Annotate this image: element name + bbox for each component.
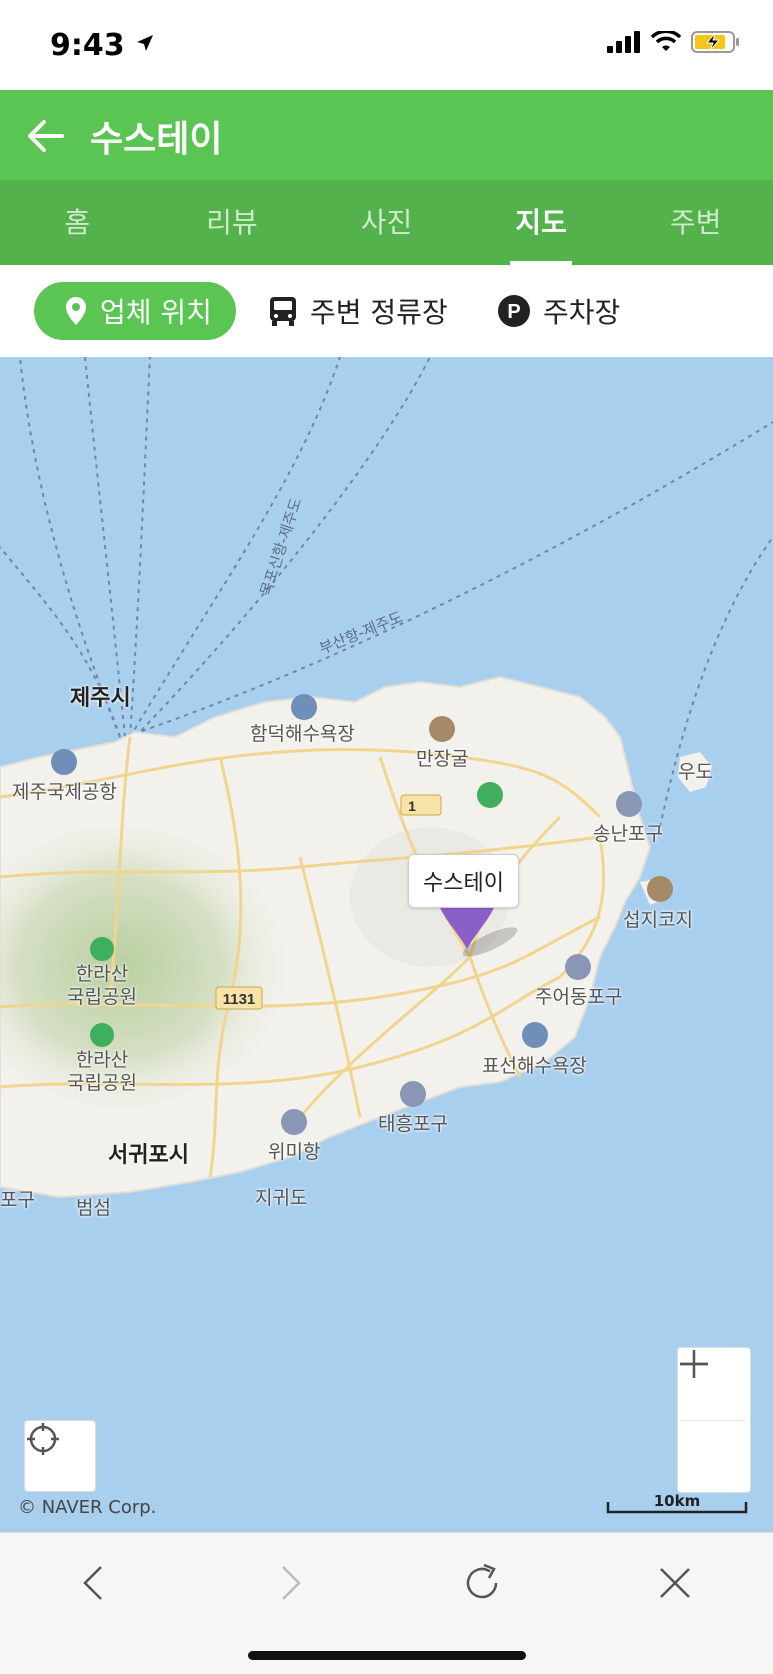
map-label-jigwido: 지귀도 (255, 1187, 308, 1209)
svg-text:P: P (507, 301, 520, 323)
filter-bus-stop-chip[interactable]: 주변 정류장 (268, 282, 448, 340)
map-label-udo: 우도 (678, 761, 713, 783)
map-label-jueodong: 주어동포구 (535, 986, 623, 1008)
page-title: 수스테이 (90, 119, 223, 160)
battery-charging-icon (691, 31, 739, 53)
wifi-icon (651, 31, 681, 51)
marker-callout[interactable]: 수스테이 (408, 854, 519, 908)
map-label-seopjikoji: 섭지코지 (623, 909, 693, 931)
map-copyright: © NAVER Corp. (18, 1497, 157, 1518)
location-arrow-icon (137, 35, 154, 51)
map-label-hallasan-1: 한라산 국립공원 (67, 963, 137, 1008)
tab-photos[interactable]: 사진 (309, 180, 464, 265)
filter-location-chip[interactable]: 업체 위치 (34, 282, 236, 340)
status-time: 9:43 (50, 28, 155, 63)
map-scale-bar: 10km (606, 1492, 748, 1514)
refresh-icon (466, 1563, 498, 1599)
map-label-taeheung: 태흥포구 (378, 1113, 448, 1135)
status-bar: 9:43 (0, 0, 773, 90)
svg-text:1131: 1131 (223, 991, 256, 1008)
browser-toolbar (0, 1532, 773, 1674)
tab-reviews[interactable]: 리뷰 (155, 180, 310, 265)
bus-icon (268, 295, 298, 327)
map-label-beomseom: 범섬 (76, 1197, 111, 1219)
map-scale-label: 10km (653, 1492, 701, 1510)
chevron-right-icon (282, 1566, 301, 1600)
tab-bar: 홈 리뷰 사진 지도 주변 (0, 180, 773, 265)
tab-map[interactable]: 지도 (464, 180, 619, 265)
minus-icon (680, 1362, 708, 1366)
close-icon (660, 1568, 690, 1598)
browser-close-button[interactable] (645, 1553, 705, 1613)
map-label-pyoseon: 표선해수욕장 (482, 1055, 587, 1077)
browser-back-button[interactable] (64, 1553, 124, 1613)
map-label-hamdeok: 함덕해수욕장 (250, 723, 355, 745)
filter-location-label: 업체 위치 (100, 296, 212, 329)
map-label-hallasan-2: 한라산 국립공원 (67, 1049, 137, 1094)
map-filter-bar: 업체 위치 주변 정류장 P 주차장 (0, 265, 773, 358)
app-header: 수스테이 (0, 90, 773, 180)
zoom-control (677, 1347, 751, 1493)
tab-nearby[interactable]: 주변 (618, 180, 773, 265)
filter-parking-label: 주차장 (543, 296, 621, 329)
map-label-jeju-city: 제주시 (70, 686, 131, 711)
svg-text:부산항-제주도: 부산항-제주도 (317, 608, 406, 658)
map-pin-icon (64, 296, 88, 326)
clock-text: 9:43 (50, 28, 125, 63)
map-label-airport: 제주국제공항 (12, 781, 117, 803)
chevron-left-icon (83, 1566, 102, 1600)
map-canvas: 1131 1 목포신항-제주도 부산항-제주도 (0, 357, 773, 1199)
map-view[interactable]: 1131 1 목포신항-제주도 부산항-제주도 제주시 제주국제공항 함덕해수욕… (0, 357, 773, 1532)
home-indicator (248, 1651, 526, 1660)
status-icons (607, 30, 741, 54)
map-label-songnan: 송난포구 (593, 823, 663, 845)
map-label-wimi: 위미항 (268, 1141, 321, 1163)
map-label-manjanggul: 만장굴 (416, 748, 469, 770)
filter-bus-stop-label: 주변 정류장 (310, 296, 448, 329)
browser-forward-button[interactable] (260, 1553, 320, 1613)
map-label-pogu: 포구 (0, 1189, 35, 1211)
current-location-button[interactable] (24, 1420, 96, 1492)
svg-text:1: 1 (408, 798, 416, 814)
map-label-seogwipo: 서귀포시 (108, 1143, 189, 1168)
road-shield-2: 1 (400, 794, 442, 816)
parking-icon: P (497, 294, 531, 328)
road-shield-1131: 1131 (215, 986, 263, 1010)
back-button[interactable] (22, 112, 70, 160)
browser-reload-button[interactable] (452, 1553, 512, 1613)
tab-home[interactable]: 홈 (0, 180, 155, 265)
filter-parking-chip[interactable]: P 주차장 (497, 282, 620, 340)
svg-text:목포신항-제주도: 목포신항-제주도 (257, 495, 306, 598)
cellular-signal-icon (607, 31, 640, 53)
arrow-left-icon (28, 120, 64, 152)
crosshair-icon (27, 1423, 59, 1455)
zoom-out-button[interactable] (678, 1362, 750, 1493)
